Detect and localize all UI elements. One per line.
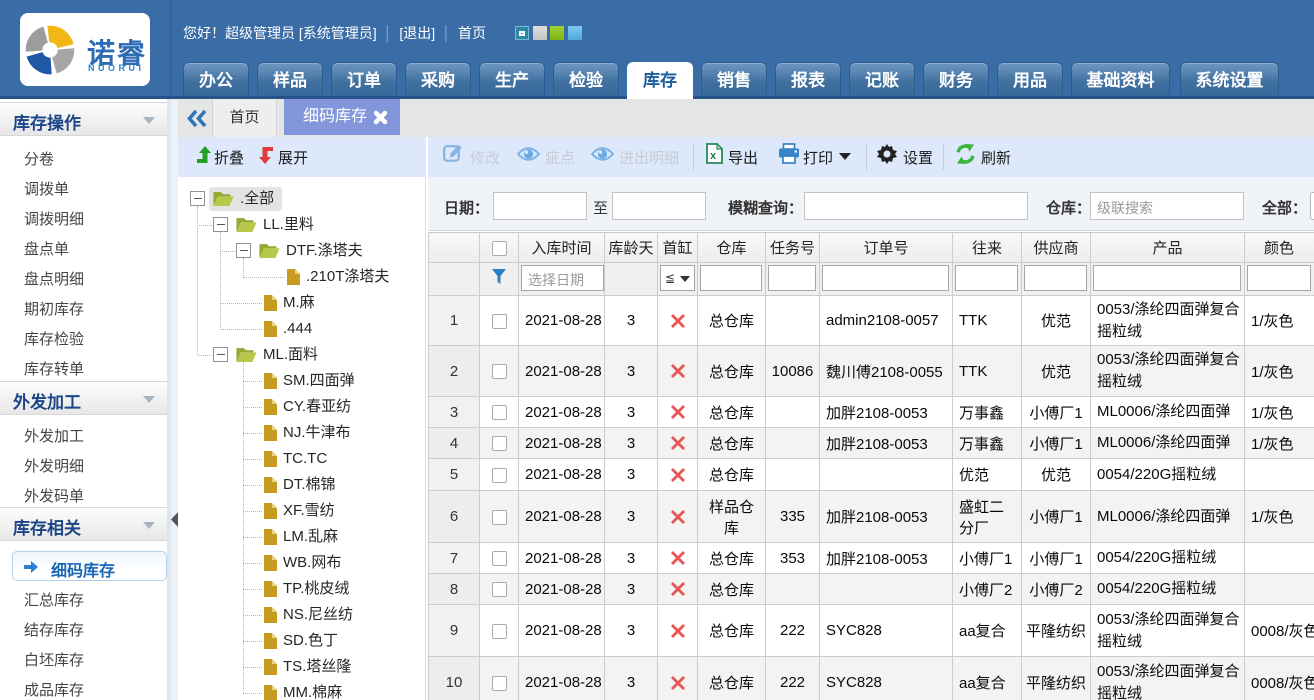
svg-text:x: x (710, 150, 717, 162)
